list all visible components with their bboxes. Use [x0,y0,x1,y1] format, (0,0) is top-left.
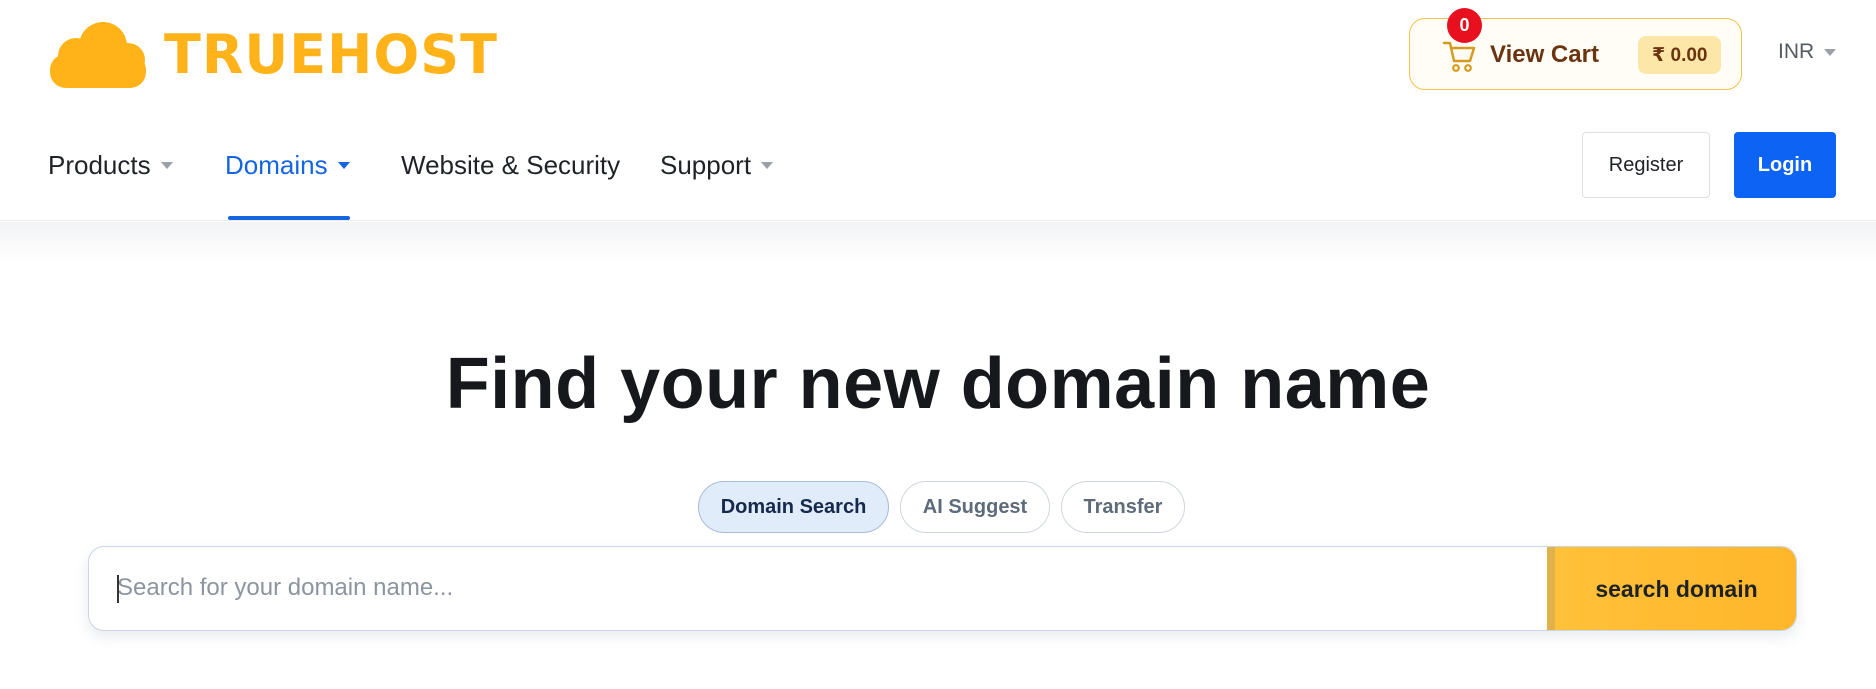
currency-selector[interactable]: INR [1778,40,1837,64]
nav-item-label: Products [48,150,151,180]
currency-value: INR [1778,40,1815,63]
cart-label: View Cart [1490,41,1599,68]
nav-item-label: Domains [225,150,328,180]
login-button[interactable]: Login [1734,132,1836,198]
active-nav-indicator [228,216,350,220]
search-domain-button[interactable]: search domain [1555,547,1796,630]
chevron-down-icon [761,162,774,169]
nav-item-domains[interactable]: Domains [225,150,350,181]
chevron-down-icon [1824,48,1837,56]
page-title: Find your new domain name [445,344,1431,424]
search-divider [1547,547,1555,630]
domain-search-bar: search domain [88,546,1797,631]
brand-logo[interactable]: TRUEHOST [48,22,498,88]
chevron-down-icon [337,162,350,169]
nav-item-label: Website & Security [401,150,621,180]
text-cursor [117,575,119,603]
nav-item-support[interactable]: Support [660,150,774,181]
nav-item-products[interactable]: Products [48,150,173,181]
cloud-logo-icon [50,22,146,88]
search-mode-tabs: Domain Search AI Suggest Transfer [698,481,1196,533]
nav-item-website-security[interactable]: Website & Security [401,150,620,181]
tab-domain-search[interactable]: Domain Search [698,481,889,533]
tab-ai-suggest[interactable]: AI Suggest [900,481,1050,533]
header-shadow [0,222,1876,262]
register-button[interactable]: Register [1582,132,1710,198]
view-cart-button[interactable]: 0 View Cart ₹ 0.00 [1409,8,1742,90]
brand-name: TRUEHOST [164,23,498,86]
top-bar: TRUEHOST 0 View Cart ₹ 0.00 INR [0,0,1876,110]
cart-total: ₹ 0.00 [1638,36,1722,74]
main-nav: Products Domains Website & Security Supp… [0,110,1876,221]
cart-icon [1442,41,1476,72]
search-input[interactable] [89,547,1547,629]
chevron-down-icon [160,162,173,169]
cart-count-badge: 0 [1447,8,1482,43]
nav-item-label: Support [660,150,752,180]
tab-transfer[interactable]: Transfer [1061,481,1185,533]
